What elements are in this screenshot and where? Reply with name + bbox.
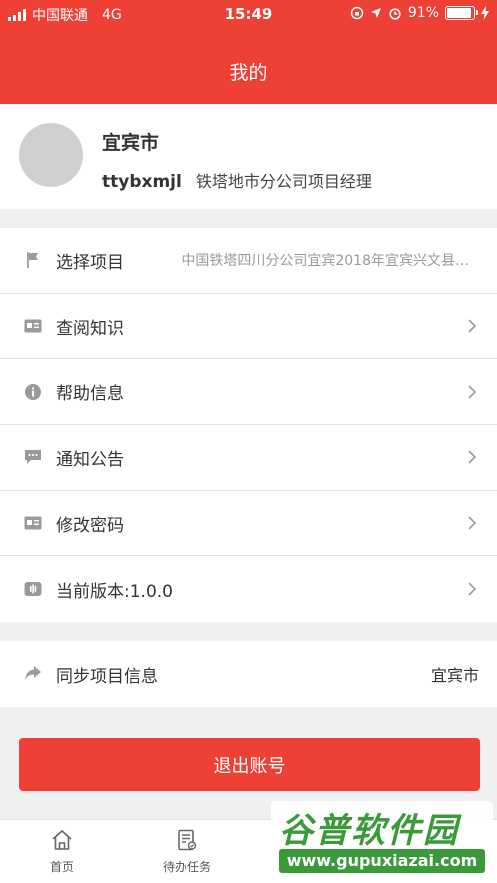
battery-percent: 91% — [407, 5, 439, 21]
settings-menu: 选择项目 中国铁塔四川分公司宜宾2018年宜宾兴文县… 查阅知识 帮助信息 通知… — [0, 228, 497, 623]
info-icon — [24, 383, 42, 401]
logout-button[interactable]: 退出账号 — [19, 738, 480, 791]
message-icon — [24, 448, 42, 466]
chevron-right-icon — [468, 385, 477, 399]
profile-username: ttybxmjl — [102, 172, 182, 192]
menu-item-version[interactable]: 当前版本:1.0.0 — [0, 556, 497, 622]
chevron-right-icon — [468, 516, 477, 530]
menu-item-label: 当前版本:1.0.0 — [56, 581, 173, 602]
menu-item-label: 修改密码 — [56, 515, 124, 536]
battery-icon — [445, 6, 478, 20]
status-right: 91% — [350, 5, 489, 21]
location-arrow-icon — [370, 8, 381, 18]
menu-item-label: 选择项目 — [56, 252, 124, 273]
alarm-icon — [389, 8, 401, 20]
profile-card: 宜宾市 ttybxmjl 铁塔地市分公司项目经理 — [0, 104, 497, 209]
sync-value: 宜宾市 — [430, 666, 479, 685]
menu-item-label: 帮助信息 — [56, 384, 124, 405]
id-card-icon — [24, 514, 42, 532]
profile-subline: ttybxmjl 铁塔地市分公司项目经理 — [102, 168, 372, 192]
sync-label: 同步项目信息 — [56, 666, 158, 687]
profile-role: 铁塔地市分公司项目经理 — [195, 172, 372, 191]
tab-home[interactable]: 首页 — [12, 828, 112, 875]
selected-project-value: 中国铁塔四川分公司宜宾2018年宜宾兴文县… — [181, 253, 469, 270]
menu-item-select-project[interactable]: 选择项目 中国铁塔四川分公司宜宾2018年宜宾兴文县… — [0, 228, 497, 294]
menu-item-label: 查阅知识 — [56, 318, 124, 339]
rotation-lock-icon — [350, 6, 364, 20]
nav-bar: 我的 — [0, 28, 497, 104]
watermark-url: www.gupuxiazai.com — [279, 849, 485, 873]
tab-todo[interactable]: 待办任务 — [137, 828, 237, 875]
id-card-icon — [24, 317, 42, 335]
avatar — [19, 123, 83, 187]
menu-item-label: 通知公告 — [56, 449, 124, 470]
chevron-right-icon — [468, 319, 477, 333]
menu-item-notices[interactable]: 通知公告 — [0, 425, 497, 491]
menu-item-knowledge[interactable]: 查阅知识 — [0, 294, 497, 360]
watermark-title: 谷普软件园 — [279, 811, 459, 851]
status-bar: 中国联通 4G 15:49 91% — [0, 0, 497, 28]
home-icon — [52, 829, 72, 850]
menu-item-change-password[interactable]: 修改密码 — [0, 491, 497, 557]
task-icon — [178, 829, 197, 851]
flag-icon — [24, 251, 42, 269]
menu-item-help[interactable]: 帮助信息 — [0, 359, 497, 426]
chevron-right-icon — [468, 582, 477, 596]
profile-city: 宜宾市 — [102, 132, 160, 154]
sync-project-info[interactable]: 同步项目信息 宜宾市 — [0, 641, 497, 707]
tab-label: 待办任务 — [162, 860, 211, 874]
share-arrow-icon — [24, 665, 42, 683]
charging-icon — [481, 6, 489, 20]
tab-label: 首页 — [49, 860, 74, 874]
page-title: 我的 — [229, 62, 268, 84]
chevron-right-icon — [468, 450, 477, 464]
watermark-logo: 谷普软件园 www.gupuxiazai.com — [271, 801, 493, 879]
version-icon — [24, 580, 42, 598]
